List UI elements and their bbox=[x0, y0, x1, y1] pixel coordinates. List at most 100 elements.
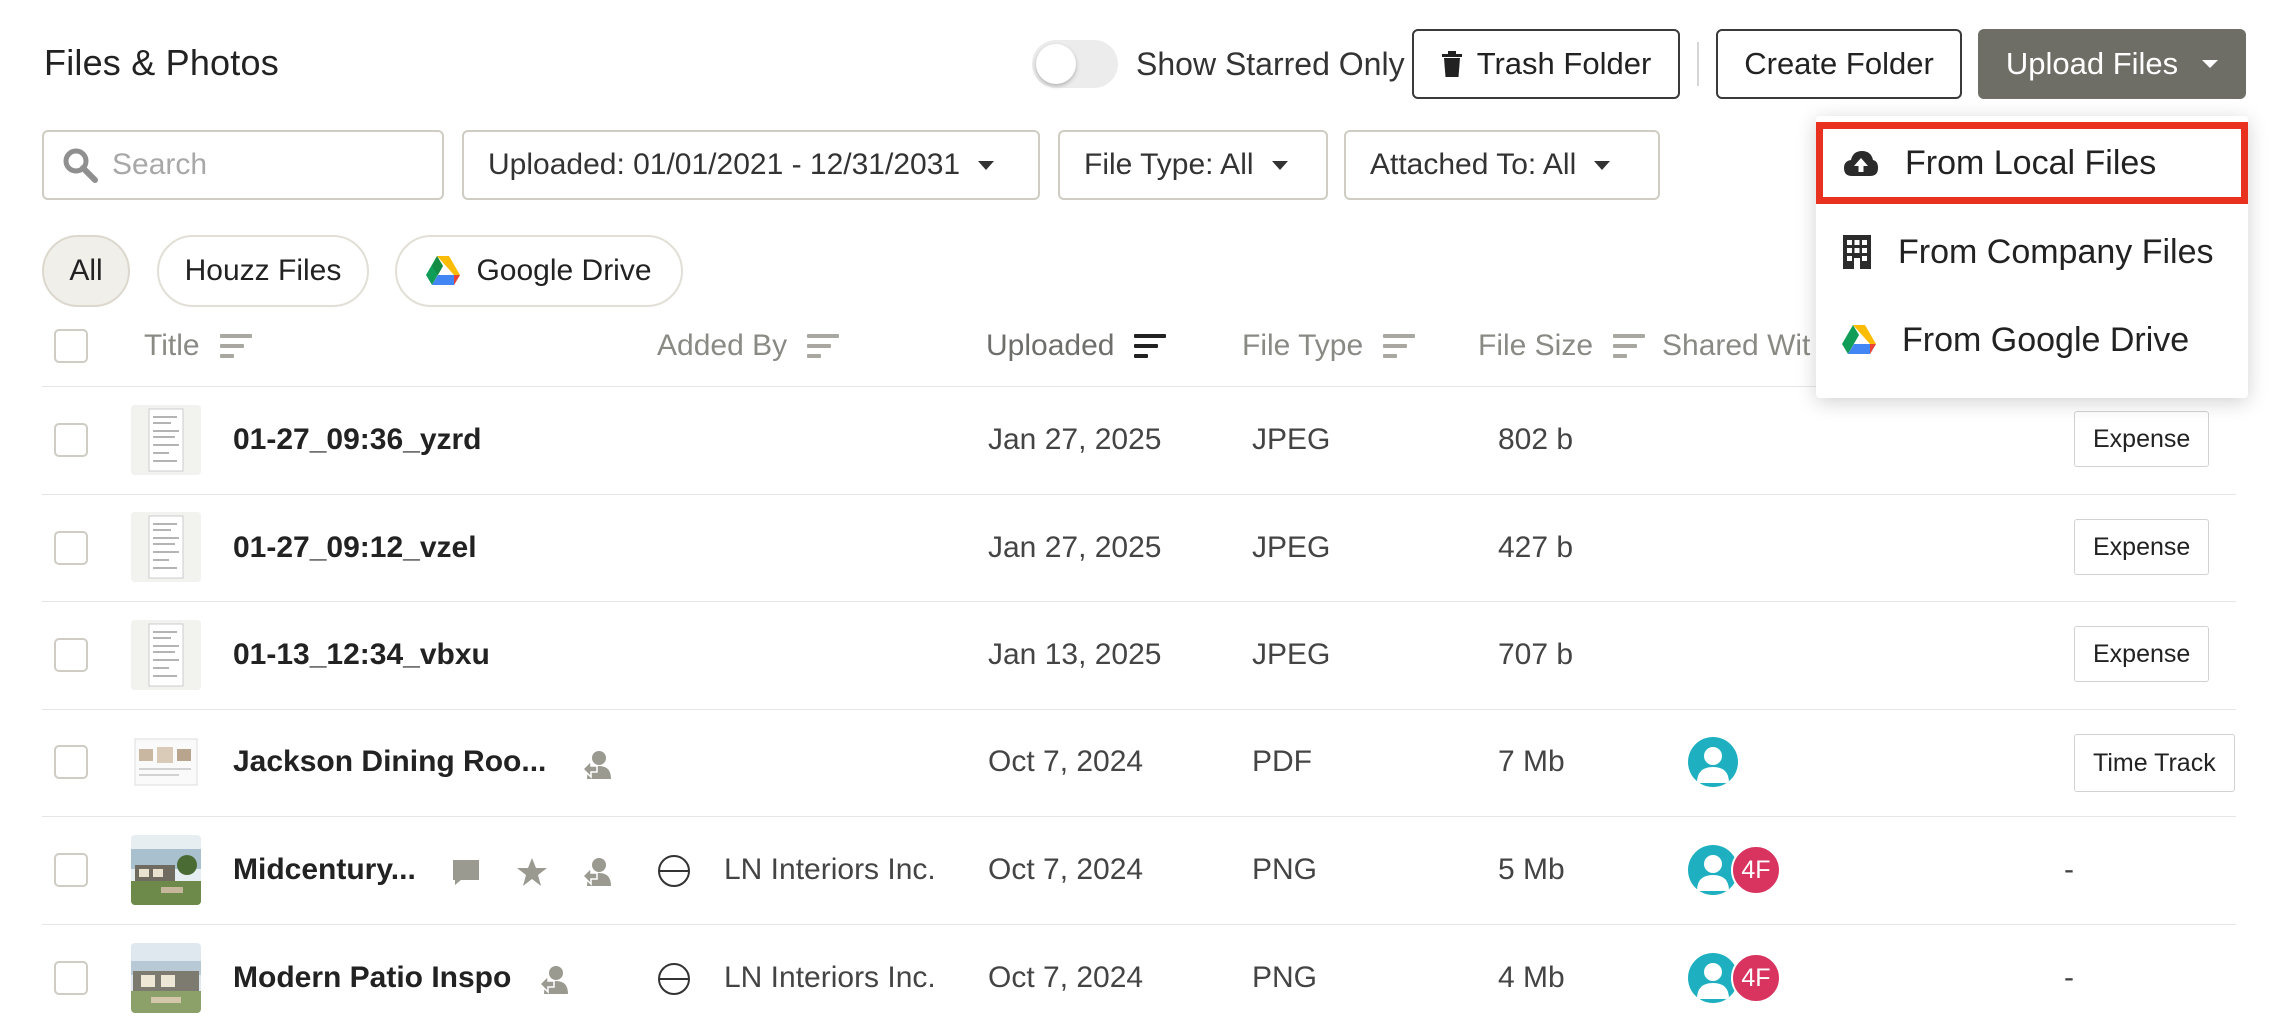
search-box[interactable] bbox=[42, 130, 444, 200]
pill-label: All bbox=[69, 254, 103, 287]
menu-item-label: From Local Files bbox=[1905, 143, 2157, 182]
row-divider bbox=[42, 924, 2236, 925]
chevron-down-icon bbox=[2202, 60, 2219, 68]
chevron-down-icon bbox=[1594, 160, 1611, 170]
attached-to-tag[interactable]: Expense bbox=[2074, 626, 2210, 682]
chevron-down-icon bbox=[978, 160, 995, 170]
file-title[interactable]: 01-13_12:34_vbxu bbox=[233, 638, 490, 672]
sort-icon bbox=[1134, 332, 1168, 360]
search-icon bbox=[63, 148, 98, 183]
attached-to-tag[interactable]: Time Track bbox=[2074, 734, 2235, 792]
row-checkbox[interactable] bbox=[54, 531, 88, 565]
file-type: JPEG bbox=[1252, 531, 1331, 564]
source-pill-houzz-files[interactable]: Houzz Files bbox=[157, 235, 369, 307]
company-logo-icon bbox=[658, 963, 690, 995]
file-title[interactable]: 01-27_09:36_yzrd bbox=[233, 423, 482, 457]
sort-icon bbox=[807, 332, 841, 360]
receipt-thumbnail[interactable] bbox=[131, 620, 201, 690]
column-header-label: Shared Wit bbox=[1662, 329, 1811, 362]
column-header-title[interactable]: Title bbox=[144, 326, 254, 366]
menu-item-from-google-drive[interactable]: From Google Drive bbox=[1816, 300, 2248, 380]
user-avatar-icon bbox=[1688, 737, 1738, 787]
uploaded-date: Jan 13, 2025 bbox=[988, 638, 1162, 671]
file-type-filter[interactable]: File Type: All bbox=[1058, 130, 1328, 200]
upload-files-menu: From Local Files From Company Files From… bbox=[1816, 116, 2248, 398]
menu-item-from-company-files[interactable]: From Company Files bbox=[1816, 212, 2248, 292]
row-checkbox[interactable] bbox=[54, 853, 88, 887]
company-logo-icon bbox=[658, 855, 690, 887]
file-type: PNG bbox=[1252, 961, 1318, 994]
receipt-thumbnail[interactable] bbox=[131, 405, 201, 475]
pill-label: Houzz Files bbox=[184, 254, 342, 287]
uploaded-date-filter[interactable]: Uploaded: 01/01/2021 - 12/31/2031 bbox=[462, 130, 1040, 200]
pill-label: Google Drive bbox=[476, 254, 652, 287]
create-folder-button[interactable]: Create Folder bbox=[1716, 29, 1962, 99]
cloud-upload-icon bbox=[1844, 151, 1878, 176]
attached-to-empty: - bbox=[2064, 853, 2074, 886]
upload-files-button[interactable]: Upload Files bbox=[1978, 29, 2246, 99]
photo-thumbnail[interactable] bbox=[131, 943, 201, 1013]
receipt-thumbnail[interactable] bbox=[131, 512, 201, 582]
create-folder-label: Create Folder bbox=[1744, 46, 1934, 81]
google-drive-icon bbox=[426, 256, 461, 285]
menu-item-from-local-files[interactable]: From Local Files bbox=[1816, 122, 2248, 204]
file-size: 707 b bbox=[1498, 638, 1574, 671]
trash-icon bbox=[1441, 51, 1462, 77]
user-initials-avatar: 4F bbox=[1731, 953, 1781, 1003]
sort-icon bbox=[219, 332, 254, 360]
user-initials-avatar: 4F bbox=[1731, 845, 1781, 895]
column-header-label: Uploaded bbox=[986, 329, 1115, 362]
document-thumbnail[interactable] bbox=[131, 727, 201, 797]
show-starred-label: Show Starred Only bbox=[1136, 46, 1405, 82]
file-type: JPEG bbox=[1252, 638, 1331, 671]
photo-thumbnail[interactable] bbox=[131, 835, 201, 905]
column-header-file-type[interactable]: File Type bbox=[1242, 326, 1417, 366]
column-header-file-size[interactable]: File Size bbox=[1478, 326, 1647, 366]
column-header-added-by[interactable]: Added By bbox=[657, 326, 841, 366]
column-header-label: File Type bbox=[1242, 329, 1364, 362]
search-input[interactable] bbox=[112, 148, 412, 182]
source-pill-google-drive[interactable]: Google Drive bbox=[395, 235, 683, 307]
row-checkbox[interactable] bbox=[54, 423, 88, 457]
file-type: PNG bbox=[1252, 853, 1318, 886]
star-icon[interactable] bbox=[516, 856, 548, 888]
upload-files-label: Upload Files bbox=[2005, 46, 2179, 81]
file-type: JPEG bbox=[1252, 423, 1331, 456]
row-divider bbox=[42, 494, 2236, 495]
file-title[interactable]: Midcentury... bbox=[233, 853, 416, 887]
share-person-icon[interactable] bbox=[581, 856, 613, 888]
file-title[interactable]: 01-27_09:12_vzel bbox=[233, 531, 477, 565]
file-size: 7 Mb bbox=[1498, 745, 1565, 778]
file-size: 802 b bbox=[1498, 423, 1574, 456]
building-icon bbox=[1843, 235, 1871, 269]
sort-icon bbox=[1383, 332, 1417, 360]
attached-to-filter-label: Attached To: All bbox=[1370, 148, 1577, 181]
share-person-icon[interactable] bbox=[581, 749, 613, 781]
comment-icon[interactable] bbox=[451, 858, 481, 886]
column-header-label: Added By bbox=[657, 329, 788, 362]
uploaded-date: Oct 7, 2024 bbox=[988, 961, 1144, 994]
file-title[interactable]: Jackson Dining Roo... bbox=[233, 745, 546, 779]
attached-to-tag[interactable]: Expense bbox=[2074, 411, 2210, 467]
show-starred-toggle[interactable] bbox=[1032, 40, 1118, 88]
toggle-knob bbox=[1036, 44, 1076, 84]
trash-folder-button[interactable]: Trash Folder bbox=[1412, 29, 1680, 99]
file-size: 5 Mb bbox=[1498, 853, 1565, 886]
select-all-checkbox[interactable] bbox=[54, 329, 88, 363]
uploaded-filter-label: Uploaded: 01/01/2021 - 12/31/2031 bbox=[488, 148, 961, 181]
row-divider bbox=[42, 601, 2236, 602]
source-pill-all[interactable]: All bbox=[42, 235, 130, 307]
share-person-icon[interactable] bbox=[538, 964, 570, 996]
column-header-uploaded[interactable]: Uploaded bbox=[986, 326, 1168, 366]
file-type: PDF bbox=[1252, 745, 1312, 778]
row-checkbox[interactable] bbox=[54, 745, 88, 779]
row-divider bbox=[42, 816, 2236, 817]
attached-to-filter[interactable]: Attached To: All bbox=[1344, 130, 1660, 200]
row-divider bbox=[42, 709, 2236, 710]
file-title[interactable]: Modern Patio Inspo bbox=[233, 961, 511, 995]
attached-to-tag[interactable]: Expense bbox=[2074, 519, 2210, 575]
row-checkbox[interactable] bbox=[54, 961, 88, 995]
chevron-down-icon bbox=[1271, 160, 1288, 170]
column-header-shared-with[interactable]: Shared Wit bbox=[1662, 326, 1810, 366]
row-checkbox[interactable] bbox=[54, 638, 88, 672]
